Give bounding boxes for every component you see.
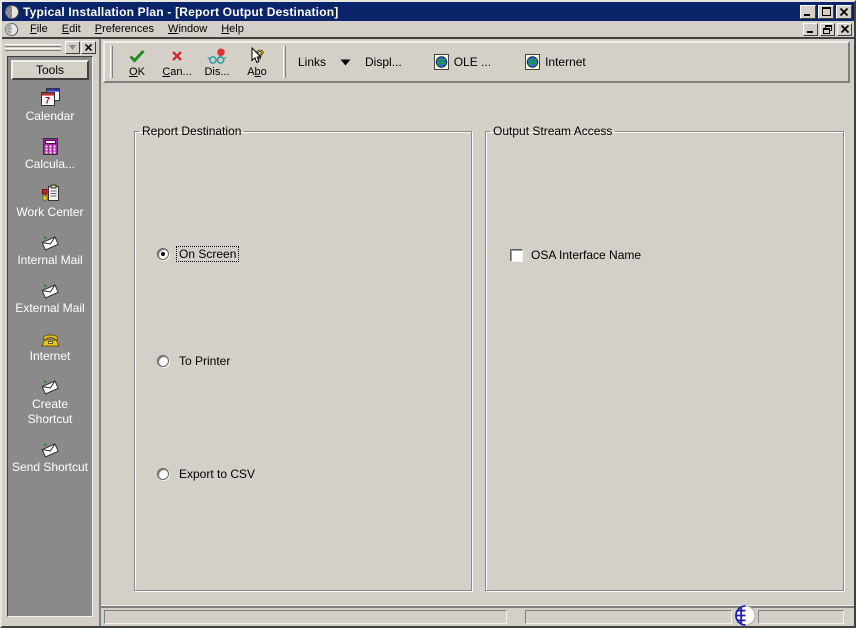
- checkbox-icon: [510, 248, 523, 262]
- toolbar-grip[interactable]: [110, 46, 113, 78]
- menu-edit[interactable]: Edit: [55, 22, 88, 36]
- ok-button[interactable]: OK: [117, 44, 157, 80]
- app-globe-icon: [4, 4, 20, 20]
- report-destination-group: Report Destination On Screen To Printer …: [134, 124, 472, 591]
- mdi-restore-button[interactable]: [820, 22, 835, 36]
- radio-button-icon: [157, 355, 169, 367]
- menubar: File Edit Preferences Window Help: [2, 21, 854, 39]
- tools-panel: Tools 7 Calendar Calcula... Work Center …: [7, 56, 93, 617]
- exit-bar: Tools 7 Calendar Calcula... Work Center …: [2, 39, 99, 626]
- sidebar-item-label: Send Shortcut: [11, 460, 89, 474]
- phone-icon: [40, 328, 61, 347]
- calendar-icon: 7: [40, 88, 61, 107]
- display-exit-button[interactable]: Displ...: [361, 53, 406, 71]
- menu-help[interactable]: Help: [214, 22, 251, 36]
- radio-on-screen[interactable]: On Screen: [157, 246, 240, 262]
- sidebar-item-label: Calendar: [25, 109, 75, 123]
- tools-button[interactable]: Tools: [11, 60, 89, 80]
- calculator-icon: [42, 136, 59, 155]
- sidebar-item-create-shortcut[interactable]: Create Shortcut: [8, 376, 92, 427]
- mail-icon: [40, 376, 60, 395]
- mdi-minimize-button[interactable]: [803, 22, 818, 36]
- radio-button-icon: [157, 248, 169, 260]
- chevron-down-icon: [340, 59, 351, 66]
- mail-icon: [40, 232, 60, 251]
- ole-doc-globe-icon: [433, 54, 449, 70]
- titlebar: Typical Installation Plan - [Report Outp…: [2, 2, 854, 21]
- group-title: Output Stream Access: [493, 124, 613, 138]
- mail-icon: [40, 439, 60, 458]
- osa-interface-checkbox[interactable]: OSA Interface Name: [510, 247, 641, 263]
- work-center-icon: [41, 184, 60, 203]
- display-button[interactable]: Dis...: [197, 44, 237, 80]
- find-icon: [206, 46, 228, 66]
- sidebar-item-label: Work Center: [16, 205, 84, 219]
- sidebar-item-label: Internal Mail: [17, 253, 83, 267]
- exitbar-grip[interactable]: [5, 44, 61, 51]
- menu-file[interactable]: File: [23, 22, 55, 36]
- main-panel: OK Can... Dis... ? Abo Links Displ... OL…: [99, 39, 854, 626]
- about-help-button[interactable]: ? Abo: [237, 44, 277, 80]
- exitbar-dropdown-button[interactable]: [65, 41, 80, 54]
- status-cell: [104, 610, 507, 624]
- globe-icon: [732, 604, 758, 626]
- menu-window[interactable]: Window: [161, 22, 214, 36]
- cancel-icon: [171, 46, 183, 66]
- sidebar-item-calculator[interactable]: Calcula...: [8, 136, 92, 172]
- statusbar: [101, 604, 854, 626]
- mdi-system-icon[interactable]: [4, 22, 19, 37]
- cancel-button[interactable]: Can...: [157, 44, 197, 80]
- links-dropdown-button[interactable]: [336, 57, 355, 68]
- sidebar-item-internal-mail[interactable]: Internal Mail: [8, 232, 92, 268]
- sidebar-item-label: Internet: [29, 349, 71, 363]
- close-button[interactable]: [836, 4, 852, 19]
- check-icon: [128, 46, 146, 66]
- minimize-button[interactable]: [800, 4, 816, 19]
- status-cell: [758, 610, 844, 624]
- mail-icon: [40, 280, 60, 299]
- sidebar-item-external-mail[interactable]: External Mail: [8, 280, 92, 316]
- app-window: Typical Installation Plan - [Report Outp…: [0, 0, 856, 628]
- sidebar-item-label: External Mail: [15, 301, 85, 315]
- mdi-close-button[interactable]: [837, 22, 852, 36]
- toolbar: OK Can... Dis... ? Abo Links Displ... OL…: [103, 41, 850, 83]
- exitbar-header: [2, 39, 99, 56]
- sidebar-item-calendar[interactable]: 7 Calendar: [8, 88, 92, 124]
- ole-button[interactable]: OLE ...: [430, 52, 495, 72]
- output-stream-access-group: Output Stream Access OSA Interface Name: [485, 124, 844, 591]
- internet-button[interactable]: Internet: [521, 52, 590, 72]
- form-area: Report Destination On Screen To Printer …: [101, 83, 854, 606]
- radio-button-icon: [157, 468, 169, 480]
- status-cell: [525, 610, 732, 624]
- radio-to-printer[interactable]: To Printer: [157, 353, 233, 369]
- maximize-button[interactable]: [818, 4, 834, 19]
- toolbar-grip[interactable]: [283, 46, 286, 78]
- menu-preferences[interactable]: Preferences: [88, 22, 161, 36]
- radio-export-to-csv[interactable]: Export to CSV: [157, 466, 258, 482]
- svg-text:7: 7: [45, 96, 50, 106]
- sidebar-item-label: Create Shortcut: [27, 397, 73, 426]
- links-label: Links: [298, 55, 327, 69]
- help-icon: ?: [249, 46, 266, 66]
- group-title: Report Destination: [142, 124, 242, 138]
- exitbar-close-button[interactable]: [81, 41, 96, 54]
- sidebar-item-send-shortcut[interactable]: Send Shortcut: [8, 439, 92, 475]
- sidebar-item-label: Calcula...: [24, 157, 76, 171]
- sidebar-item-work-center[interactable]: Work Center: [8, 184, 92, 220]
- window-title: Typical Installation Plan - [Report Outp…: [23, 4, 339, 19]
- internet-doc-globe-icon: [525, 54, 541, 70]
- sidebar-item-internet[interactable]: Internet: [8, 328, 92, 364]
